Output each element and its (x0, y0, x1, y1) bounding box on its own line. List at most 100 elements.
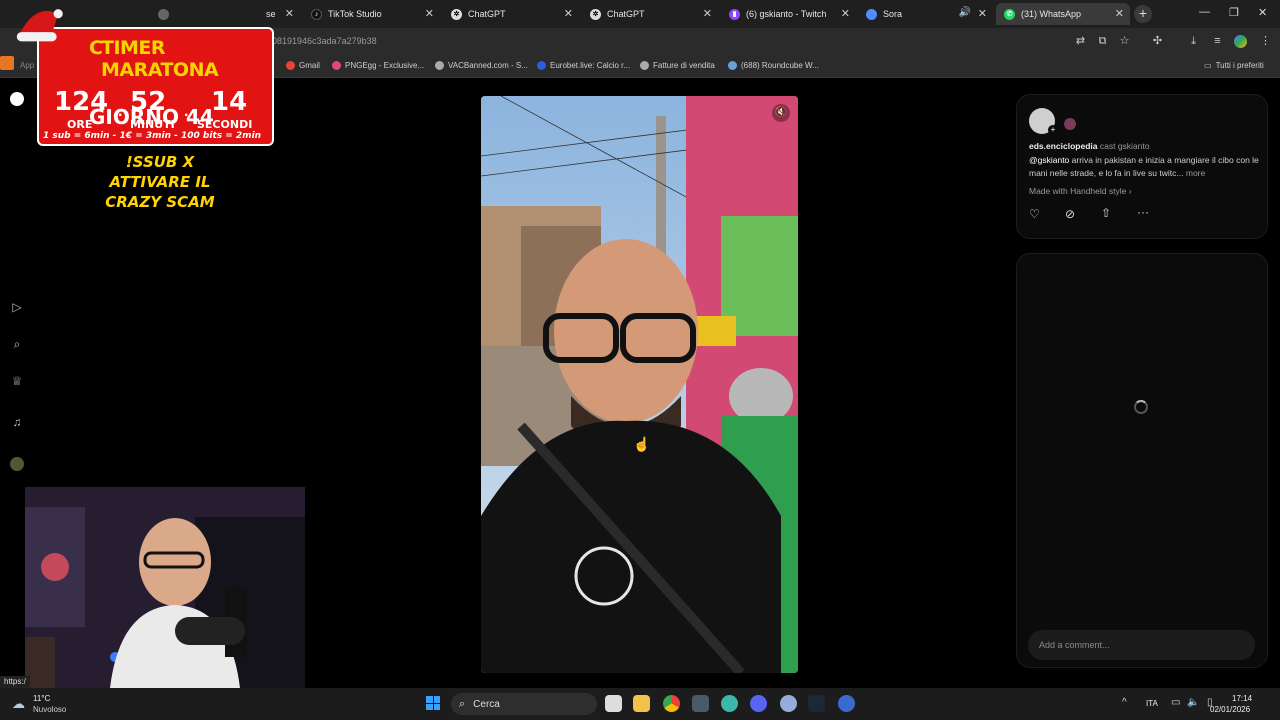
webcam-feed (25, 487, 305, 688)
bookmark-label: (688) Roundcube W... (741, 61, 819, 70)
app-icon[interactable] (721, 695, 738, 712)
chevron-up-icon[interactable]: ^ (1122, 697, 1127, 708)
app-icon[interactable] (838, 695, 855, 712)
bookmark-pngegg[interactable]: PNGEgg - Exclusive... (332, 61, 424, 70)
weather-desc[interactable]: Nuvoloso (33, 705, 66, 714)
close-icon[interactable]: ✕ (425, 7, 434, 21)
globe-icon (435, 61, 444, 70)
app-icon[interactable] (780, 695, 797, 712)
file-explorer-icon[interactable] (633, 695, 650, 712)
download-icon[interactable]: ⤓ (1187, 35, 1200, 48)
install-app-icon[interactable]: ⧉ (1096, 35, 1109, 48)
language-indicator[interactable]: ITA (1146, 699, 1158, 708)
more-options-icon[interactable]: ··· (1137, 205, 1149, 219)
volume-icon[interactable]: 🔈 (1187, 697, 1199, 708)
minimize-icon[interactable]: — (1199, 6, 1210, 18)
status-url: https:/ (0, 676, 30, 688)
taskbar-search[interactable]: ⌕ Cerca (451, 693, 597, 715)
clock-time[interactable]: 17:14 (1232, 694, 1252, 703)
network-icon[interactable]: ▭ (1171, 697, 1180, 708)
remix-icon[interactable]: ⊘ (1065, 207, 1075, 221)
close-icon[interactable]: ✕ (703, 7, 712, 21)
bell-icon[interactable]: ♫ (10, 415, 24, 429)
steam-icon[interactable] (808, 695, 825, 712)
cast-avatar[interactable] (1064, 118, 1076, 130)
close-icon[interactable]: ✕ (841, 7, 850, 21)
bookmark-gmail[interactable]: Gmail (286, 61, 320, 70)
search-icon[interactable]: ⌕ (10, 337, 24, 351)
marathon-timer-overlay: TIMER MARATONA C 124 . 52 . 14 ORE MINUT… (37, 27, 274, 146)
bookmark-roundcube[interactable]: (688) Roundcube W... (728, 61, 819, 70)
restore-icon[interactable]: ❐ (1229, 6, 1239, 19)
new-tab-button[interactable]: + (1134, 5, 1152, 23)
tab-whatsapp[interactable]: ✆ (31) WhatsApp ✕ (996, 3, 1130, 25)
tab-sora[interactable]: Sora 🔊 ✕ (858, 3, 993, 25)
tab-chatgpt-2[interactable]: ✲ ChatGPT ✕ (582, 3, 718, 25)
task-view-icon[interactable] (605, 695, 622, 712)
tab-label: TikTok Studio (328, 9, 382, 19)
close-icon[interactable]: ✕ (1115, 7, 1124, 21)
cast-label: cast gskianto (1099, 141, 1150, 151)
timer-title-partial: C (89, 37, 103, 59)
close-icon[interactable]: ✕ (978, 7, 987, 21)
post-author[interactable]: eds.enciclopedia cast gskianto (1029, 141, 1150, 151)
window-close-icon[interactable]: ✕ (1258, 6, 1267, 19)
bookmark-apps[interactable]: App (20, 61, 34, 70)
chrome-icon[interactable] (663, 695, 680, 712)
close-icon[interactable]: ✕ (285, 7, 294, 21)
video-frame (481, 96, 798, 673)
more-link[interactable]: more (1186, 168, 1205, 178)
bookmark-vacbanned[interactable]: VACBanned.com - S... (435, 61, 528, 70)
heart-icon[interactable]: ♡ (1029, 207, 1040, 221)
sora-icon (866, 8, 877, 20)
profile-avatar[interactable] (1234, 35, 1247, 48)
tab-icon (158, 8, 169, 20)
play-icon[interactable]: ▷ (10, 300, 24, 314)
tab-chatgpt-1[interactable]: ✲ ChatGPT ✕ (443, 3, 579, 25)
seconds-value: 14 (211, 87, 248, 117)
clock-date[interactable]: 02/01/2026 (1210, 705, 1250, 714)
tab-tiktok-studio[interactable]: ♪ TikTok Studio ✕ (303, 3, 440, 25)
tab-search-icon[interactable]: ≡ (1211, 35, 1224, 48)
follow-plus-icon[interactable]: + (1048, 125, 1058, 135)
star-icon[interactable]: ☆ (1118, 35, 1131, 48)
profile-icon[interactable] (10, 457, 24, 471)
bookmark-fatture[interactable]: Fatture di vendita (640, 61, 715, 70)
tiktok-icon: ♪ (311, 8, 322, 20)
tab-twitch[interactable]: ▮ (6) gskianto - Twitch ✕ (721, 3, 856, 25)
timer-rules: 1 sub = 6min - 1€ = 3min - 100 bits = 2m… (43, 131, 262, 141)
app-icon[interactable] (692, 695, 709, 712)
bookmark-eurobet[interactable]: Eurobet.live: Calcio r... (537, 61, 630, 70)
comments-panel (1016, 253, 1268, 668)
bookmark-all-favorites[interactable]: ▭ Tutti i preferiti (1204, 61, 1264, 70)
translate-icon[interactable]: ⇄ (1074, 35, 1087, 48)
discord-icon[interactable] (750, 695, 767, 712)
close-icon[interactable]: ✕ (564, 7, 573, 21)
eurobet-icon (537, 61, 546, 70)
author-name: eds.enciclopedia (1029, 141, 1098, 151)
caption-mention[interactable]: @gskianto (1029, 155, 1069, 165)
day-counter: GIORNO 44 (89, 105, 214, 129)
mute-icon[interactable]: 🔇 (772, 104, 790, 122)
mouse-cursor-icon: ☝ (633, 436, 651, 452)
url-field[interactable]: 08191946c3ada7a279b38 (272, 36, 377, 46)
snow-icon (10, 92, 24, 106)
tab-hidden[interactable]: se ✕ (150, 3, 300, 25)
bookmark-label: Tutti i preferiti (1215, 61, 1264, 70)
weather-temp[interactable]: 11°C (33, 694, 50, 703)
windows-start-icon[interactable] (426, 696, 440, 710)
bookmark-label: Gmail (299, 61, 320, 70)
santa-hat-icon (16, 9, 63, 42)
loading-spinner-icon (1134, 400, 1148, 414)
sub-text-line3: CRAZY SCAM (105, 193, 215, 211)
style-link[interactable]: Made with Handheld style › (1029, 186, 1132, 196)
extensions-icon[interactable]: ✣ (1151, 35, 1164, 48)
sora-video-player[interactable]: 🔇 (481, 96, 798, 673)
gift-icon (0, 56, 14, 70)
trophy-icon[interactable]: ♕ (10, 374, 24, 388)
share-icon[interactable]: ⇧ (1101, 206, 1111, 220)
comment-input[interactable]: Add a comment... (1028, 630, 1255, 660)
chatgpt-icon: ✲ (451, 8, 462, 20)
speaker-icon[interactable]: 🔊 (959, 7, 971, 18)
menu-icon[interactable]: ⋮ (1259, 35, 1272, 48)
